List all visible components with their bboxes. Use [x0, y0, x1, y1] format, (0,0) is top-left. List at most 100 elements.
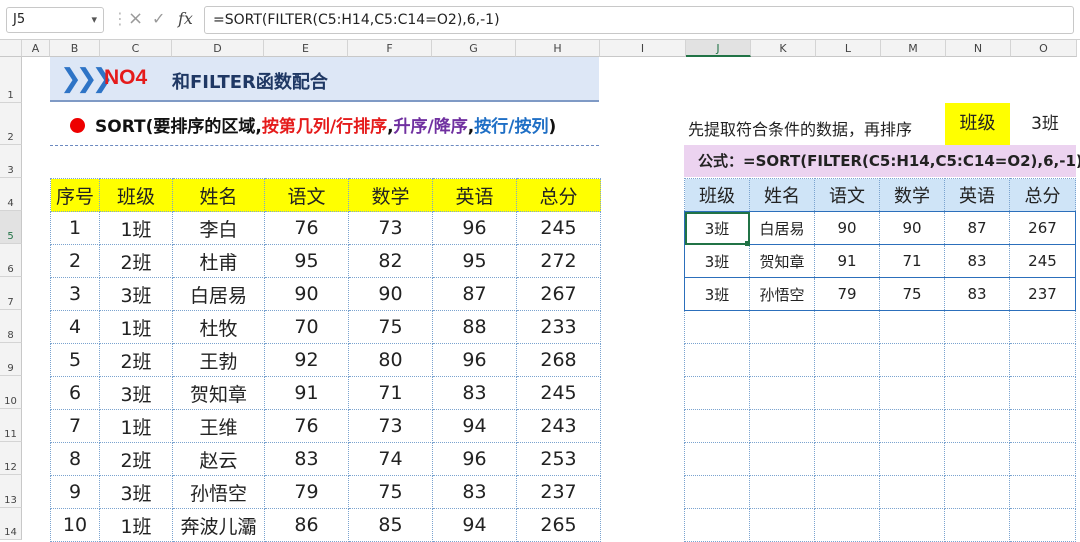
table-cell[interactable]: 3 — [50, 277, 100, 311]
table-cell[interactable]: 王勃 — [172, 343, 265, 377]
table-cell[interactable]: 孙悟空 — [749, 277, 815, 311]
table-cell[interactable]: 孙悟空 — [172, 475, 265, 509]
table-cell[interactable]: 71 — [879, 244, 945, 278]
table-cell[interactable]: 267 — [516, 277, 601, 311]
select-all-corner[interactable] — [0, 40, 22, 57]
table-cell[interactable]: 1班 — [99, 211, 173, 245]
empty-cell[interactable] — [1009, 442, 1076, 476]
empty-cell[interactable] — [944, 376, 1010, 410]
table-cell[interactable]: 75 — [348, 475, 433, 509]
table-cell[interactable]: 李白 — [172, 211, 265, 245]
empty-cell[interactable] — [684, 508, 750, 542]
table-cell[interactable]: 91 — [814, 244, 880, 278]
row-header[interactable]: 9 — [0, 343, 22, 376]
empty-cell[interactable] — [749, 376, 815, 410]
empty-cell[interactable] — [749, 442, 815, 476]
table-cell[interactable]: 245 — [516, 211, 601, 245]
empty-cell[interactable] — [684, 343, 750, 377]
table-cell[interactable]: 90 — [348, 277, 433, 311]
criteria-value-cell[interactable]: 3班 — [1015, 103, 1075, 145]
table-cell[interactable]: 243 — [516, 409, 601, 443]
empty-cell[interactable] — [879, 442, 945, 476]
column-header-cell[interactable]: 班级 — [99, 178, 173, 212]
table-cell[interactable]: 90 — [879, 211, 945, 245]
row-header[interactable]: 13 — [0, 475, 22, 508]
empty-cell[interactable] — [814, 409, 880, 443]
row-header[interactable]: 10 — [0, 376, 22, 409]
empty-cell[interactable] — [684, 442, 750, 476]
table-cell[interactable]: 王维 — [172, 409, 265, 443]
empty-cell[interactable] — [944, 475, 1010, 509]
table-cell[interactable]: 3班 — [99, 475, 173, 509]
row-header[interactable]: 8 — [0, 310, 22, 343]
empty-cell[interactable] — [944, 343, 1010, 377]
row-header[interactable]: 2 — [0, 103, 22, 145]
column-header-cell[interactable]: 总分 — [516, 178, 601, 212]
table-cell[interactable]: 83 — [432, 475, 517, 509]
column-header[interactable]: L — [816, 40, 881, 57]
table-cell[interactable]: 79 — [264, 475, 349, 509]
table-cell[interactable]: 94 — [432, 508, 517, 542]
table-cell[interactable]: 9 — [50, 475, 100, 509]
empty-cell[interactable] — [814, 310, 880, 344]
empty-cell[interactable] — [1009, 310, 1076, 344]
table-cell[interactable]: 87 — [432, 277, 517, 311]
table-cell[interactable]: 96 — [432, 343, 517, 377]
table-cell[interactable]: 83 — [944, 244, 1010, 278]
table-cell[interactable]: 10 — [50, 508, 100, 542]
table-cell[interactable]: 82 — [348, 244, 433, 278]
table-cell[interactable]: 杜甫 — [172, 244, 265, 278]
chevron-down-icon[interactable]: ▾ — [91, 8, 97, 32]
table-cell[interactable]: 贺知章 — [749, 244, 815, 278]
empty-cell[interactable] — [879, 508, 945, 542]
table-cell[interactable]: 白居易 — [749, 211, 815, 245]
table-cell[interactable]: 80 — [348, 343, 433, 377]
column-header[interactable]: F — [348, 40, 432, 57]
table-cell[interactable]: 245 — [516, 376, 601, 410]
empty-cell[interactable] — [814, 376, 880, 410]
table-cell[interactable]: 85 — [348, 508, 433, 542]
empty-cell[interactable] — [1009, 409, 1076, 443]
table-cell[interactable]: 90 — [264, 277, 349, 311]
table-cell[interactable]: 88 — [432, 310, 517, 344]
table-cell[interactable]: 92 — [264, 343, 349, 377]
table-cell[interactable]: 3班 — [684, 277, 750, 311]
column-header-cell[interactable]: 姓名 — [749, 178, 815, 212]
column-header[interactable]: M — [881, 40, 946, 57]
empty-cell[interactable] — [814, 343, 880, 377]
table-cell[interactable]: 4 — [50, 310, 100, 344]
table-cell[interactable]: 83 — [264, 442, 349, 476]
empty-cell[interactable] — [879, 376, 945, 410]
row-header[interactable]: 11 — [0, 409, 22, 442]
table-cell[interactable]: 245 — [1009, 244, 1076, 278]
column-header[interactable]: G — [432, 40, 516, 57]
table-cell[interactable]: 253 — [516, 442, 601, 476]
column-header[interactable]: B — [50, 40, 100, 57]
table-cell[interactable]: 1班 — [99, 409, 173, 443]
empty-cell[interactable] — [749, 409, 815, 443]
row-header[interactable]: 6 — [0, 244, 22, 277]
table-cell[interactable]: 95 — [432, 244, 517, 278]
column-header-cell[interactable]: 姓名 — [172, 178, 265, 212]
empty-cell[interactable] — [1009, 475, 1076, 509]
table-cell[interactable]: 73 — [348, 409, 433, 443]
row-header[interactable]: 1 — [0, 57, 22, 103]
column-header[interactable]: N — [946, 40, 1011, 57]
empty-cell[interactable] — [944, 310, 1010, 344]
table-cell[interactable]: 75 — [879, 277, 945, 311]
table-cell[interactable]: 267 — [1009, 211, 1076, 245]
column-header[interactable]: J — [686, 40, 751, 57]
empty-cell[interactable] — [684, 409, 750, 443]
column-header-cell[interactable]: 序号 — [50, 178, 100, 212]
table-cell[interactable]: 6 — [50, 376, 100, 410]
empty-cell[interactable] — [749, 310, 815, 344]
empty-cell[interactable] — [749, 343, 815, 377]
table-cell[interactable]: 265 — [516, 508, 601, 542]
table-cell[interactable]: 90 — [814, 211, 880, 245]
table-cell[interactable]: 73 — [348, 211, 433, 245]
table-cell[interactable]: 75 — [348, 310, 433, 344]
column-header[interactable]: A — [22, 40, 50, 57]
table-cell[interactable]: 3班 — [99, 376, 173, 410]
table-cell[interactable]: 96 — [432, 211, 517, 245]
enter-icon[interactable]: ✓ — [152, 9, 165, 29]
